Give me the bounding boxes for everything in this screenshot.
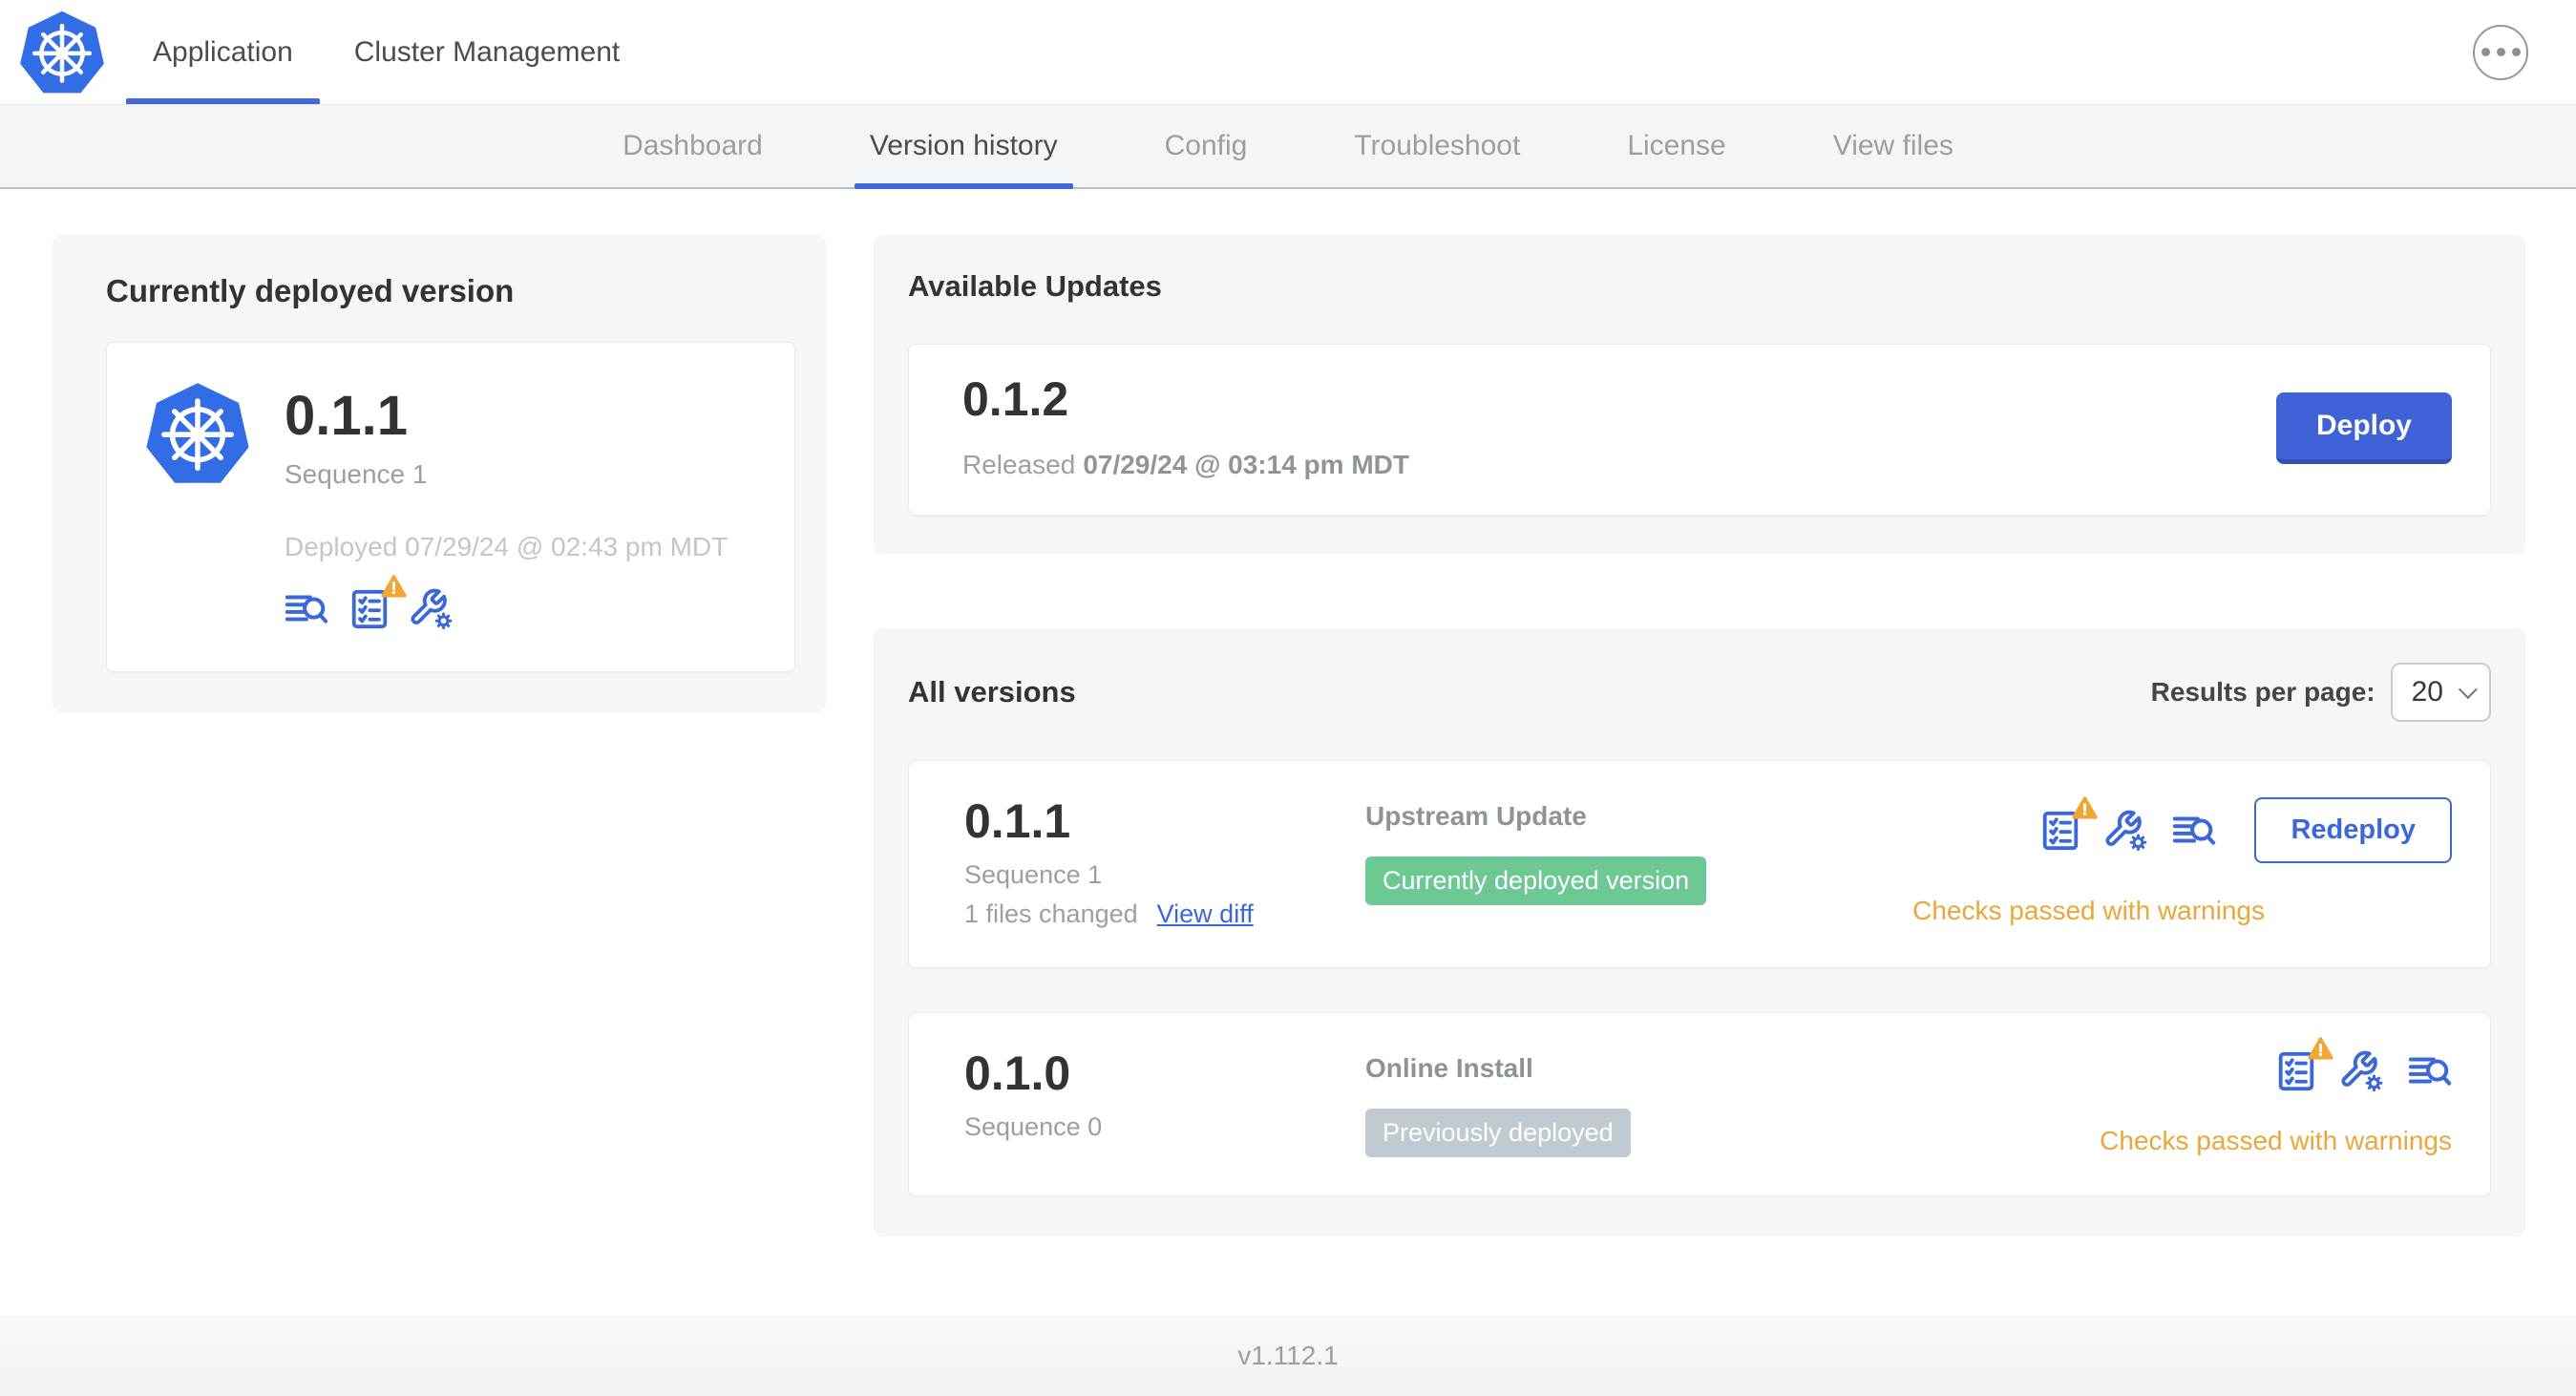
kubernetes-app-icon [145, 383, 250, 631]
app-header: Application Cluster Management [0, 0, 2576, 105]
tab-version-history[interactable]: Version history [816, 105, 1111, 189]
all-versions-panel: All versions Results per page: 20 0.1.1 … [874, 628, 2525, 1237]
console-version: v1.112.1 [1237, 1341, 1339, 1370]
view-logs-icon[interactable] [2172, 809, 2216, 853]
version-row-0-1-0: 0.1.0 Sequence 0 Online Install Previous… [908, 1012, 2491, 1196]
preflight-checks-warning-icon[interactable] [2274, 1037, 2333, 1093]
currently-deployed-panel: Currently deployed version 0.1.1 Sequenc… [53, 235, 826, 712]
edit-config-icon[interactable] [2105, 809, 2149, 853]
edit-config-icon[interactable] [2341, 1049, 2385, 1093]
currently-deployed-card: 0.1.1 Sequence 1 Deployed 07/29/24 @ 02:… [106, 342, 795, 672]
tab-troubleshoot[interactable]: Troubleshoot [1300, 105, 1573, 187]
chevron-down-icon [2458, 680, 2478, 700]
version-source-label: Online Install [1365, 1053, 1533, 1083]
tab-license[interactable]: License [1573, 105, 1779, 187]
preflight-checks-warning-icon[interactable] [2038, 795, 2099, 853]
version-row-0-1-1: 0.1.1 Sequence 1 1 files changed View di… [908, 760, 2491, 968]
row-version-number: 0.1.1 [964, 794, 1071, 848]
warning-triangle-icon [381, 575, 407, 598]
warning-triangle-icon [2308, 1037, 2333, 1060]
files-changed-label: 1 files changed [964, 899, 1138, 928]
results-per-page-select[interactable]: 20 [2390, 663, 2491, 722]
app-subnav: Dashboard Version history Config Trouble… [0, 105, 2576, 189]
tab-dashboard[interactable]: Dashboard [569, 105, 816, 187]
redeploy-button[interactable]: Redeploy [2254, 797, 2452, 863]
kubernetes-logo [0, 0, 122, 104]
subnav-tabs: Dashboard Version history Config Trouble… [569, 105, 2007, 189]
all-versions-title: All versions [908, 675, 1076, 709]
update-version-number: 0.1.2 [962, 372, 1069, 426]
available-updates-title: Available Updates [908, 269, 1162, 303]
version-source-label: Upstream Update [1365, 801, 1587, 831]
row-sequence: Sequence 1 [964, 860, 1103, 889]
status-badge: Previously deployed [1365, 1109, 1631, 1157]
current-version-number: 0.1.1 [285, 385, 408, 447]
deploy-button[interactable]: Deploy [2275, 391, 2452, 464]
view-diff-link[interactable]: View diff [1157, 899, 1254, 929]
header-tabs: Application Cluster Management [122, 0, 650, 104]
header-spacer [650, 0, 2473, 104]
view-logs-icon[interactable] [2408, 1049, 2452, 1093]
update-released-timestamp: Released 07/29/24 @ 03:14 pm MDT [962, 450, 1409, 479]
main-content: Currently deployed version 0.1.1 Sequenc… [0, 189, 2576, 1316]
status-badge: Currently deployed version [1365, 857, 1707, 905]
row-sequence: Sequence 0 [964, 1112, 1103, 1141]
currently-deployed-title: Currently deployed version [106, 273, 515, 308]
ellipsis-menu-button[interactable] [2473, 24, 2528, 80]
current-sequence: Sequence 1 [285, 459, 428, 489]
tab-view-files[interactable]: View files [1780, 105, 2007, 187]
tab-application[interactable]: Application [122, 0, 324, 104]
app-footer: v1.112.1 [0, 1316, 2576, 1396]
edit-config-icon[interactable] [411, 587, 454, 631]
view-logs-icon[interactable] [285, 587, 328, 631]
current-deployed-timestamp: Deployed 07/29/24 @ 02:43 pm MDT [285, 532, 728, 561]
available-updates-panel: Available Updates 0.1.2 Released 07/29/24… [874, 235, 2525, 554]
row-version-number: 0.1.0 [964, 1047, 1071, 1100]
results-per-page-label: Results per page: [2150, 677, 2375, 707]
available-update-card: 0.1.2 Released 07/29/24 @ 03:14 pm MDT De… [908, 344, 2491, 516]
ellipsis-icon [2481, 48, 2490, 56]
checks-status-text: Checks passed with warnings [1912, 896, 2265, 925]
warning-triangle-icon [2072, 795, 2099, 818]
checks-status-text: Checks passed with warnings [2100, 1126, 2452, 1155]
tab-cluster-management[interactable]: Cluster Management [324, 0, 650, 104]
preflight-checks-warning-icon[interactable] [348, 575, 407, 631]
tab-config[interactable]: Config [1111, 105, 1301, 187]
